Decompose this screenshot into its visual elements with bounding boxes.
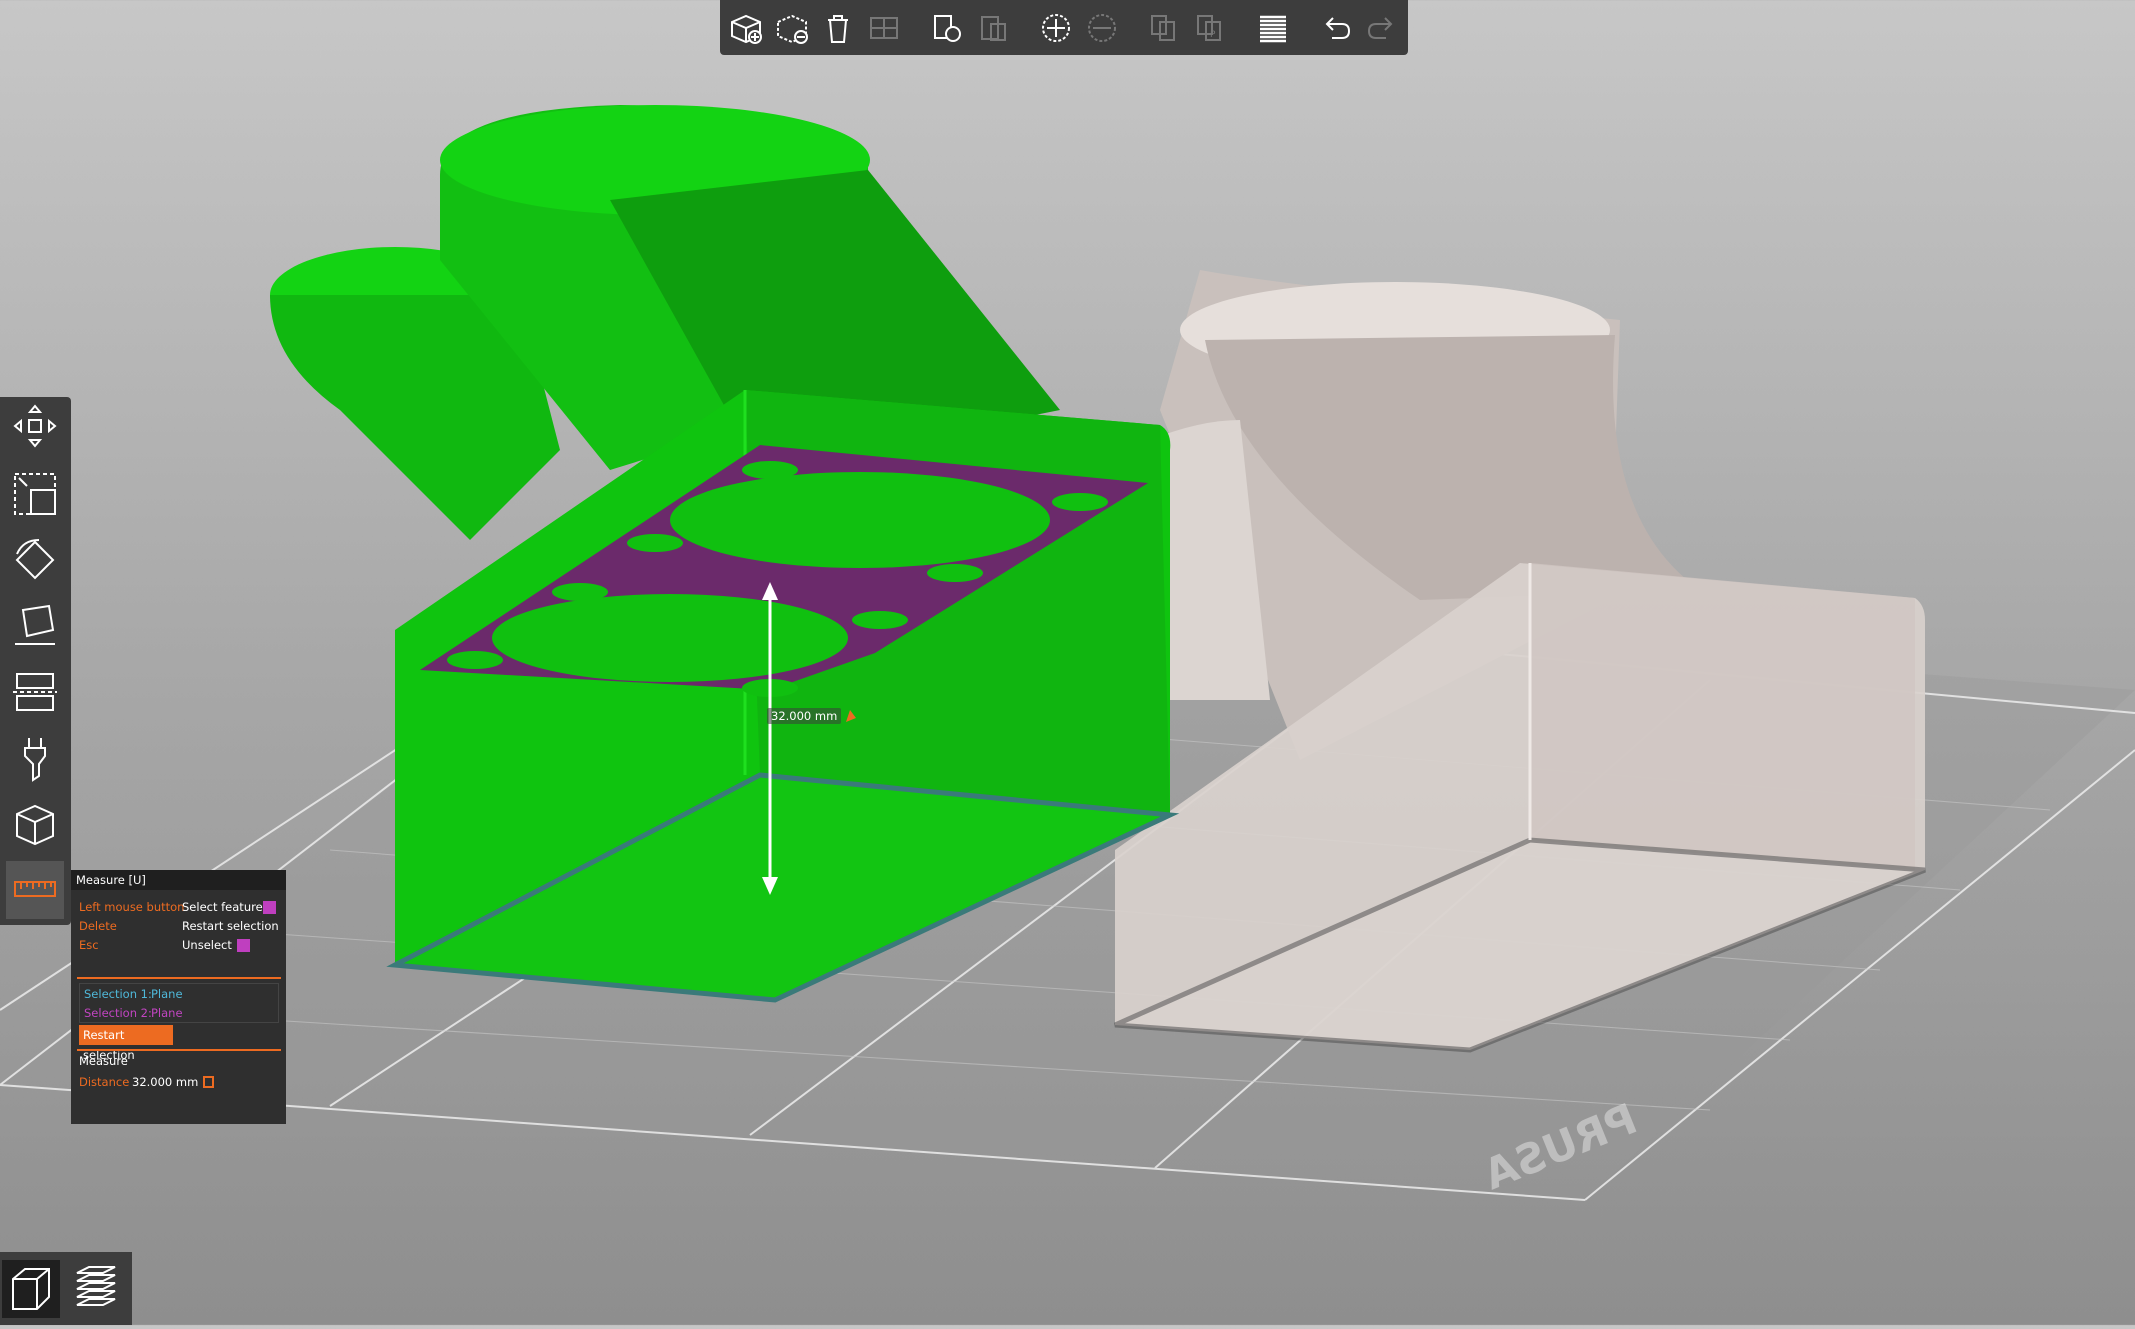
layers-icon[interactable] xyxy=(66,1260,124,1318)
plus-circle-icon[interactable] xyxy=(1038,8,1074,48)
shortcut-key-delete: Delete xyxy=(79,919,117,933)
add-cube-icon[interactable] xyxy=(728,8,764,48)
select-color-swatch xyxy=(263,901,276,914)
view-switcher xyxy=(0,1252,132,1325)
selection1-label: Selection 1: xyxy=(84,987,152,1001)
trash-icon[interactable] xyxy=(820,8,856,48)
left-toolbar xyxy=(0,397,71,925)
selected-object[interactable] xyxy=(270,105,1180,1003)
distance-value: 32.000 mm xyxy=(132,1075,199,1089)
rotate-icon[interactable] xyxy=(6,531,64,589)
shortcut-action-restart: Restart selection xyxy=(182,919,279,933)
minus-circle-icon[interactable] xyxy=(1084,8,1120,48)
shortcut-action-select: Select feature xyxy=(182,900,263,914)
selection2-label: Selection 2: xyxy=(84,1006,152,1020)
distance-label: Distance xyxy=(79,1075,130,1089)
divider xyxy=(77,1049,281,1051)
cut-icon[interactable] xyxy=(6,663,64,721)
shortcut-key-lmb: Left mouse button xyxy=(79,900,185,914)
paste-icon[interactable] xyxy=(975,8,1011,48)
move-icon[interactable] xyxy=(6,397,64,455)
shortcut-action-unselect: Unselect xyxy=(182,938,232,952)
paint-icon[interactable] xyxy=(6,729,64,787)
split-parts-icon[interactable]: P xyxy=(1192,8,1228,48)
ruler-icon[interactable] xyxy=(6,861,64,919)
measurement-label: 32.000 mm xyxy=(767,708,842,724)
selection2-value: Plane xyxy=(151,1006,183,1020)
layers-icon[interactable] xyxy=(1255,8,1291,48)
svg-text:P: P xyxy=(1210,30,1216,40)
scene-canvas[interactable]: PRUSA xyxy=(0,0,2135,1325)
copy-icon[interactable] xyxy=(929,8,965,48)
divider xyxy=(77,977,281,979)
measure-heading: Measure xyxy=(79,1054,128,1068)
remove-cube-icon[interactable] xyxy=(774,8,810,48)
measure-panel-title: Measure [U] xyxy=(71,870,286,890)
place-on-face-icon[interactable] xyxy=(6,597,64,655)
shortcut-key-esc: Esc xyxy=(79,938,99,952)
redo-icon[interactable] xyxy=(1364,8,1400,48)
restart-selection-button[interactable]: Restart selection xyxy=(79,1025,173,1062)
selection1-value: Plane xyxy=(151,987,183,1001)
top-toolbar: P xyxy=(720,0,1408,55)
arrange-icon[interactable] xyxy=(866,8,902,48)
cube-icon[interactable] xyxy=(6,795,64,853)
split-objects-icon[interactable] xyxy=(1146,8,1182,48)
3d-viewport[interactable]: PRUSA 32.000 mm xyxy=(0,0,2135,1325)
copy-icon[interactable] xyxy=(203,1076,214,1088)
undo-icon[interactable] xyxy=(1318,8,1354,48)
cube-icon[interactable] xyxy=(2,1260,60,1318)
unselect-color-swatch xyxy=(237,939,250,952)
measure-panel: Measure [U] Left mouse button Select fea… xyxy=(71,870,286,1124)
scale-icon[interactable] xyxy=(6,465,64,523)
